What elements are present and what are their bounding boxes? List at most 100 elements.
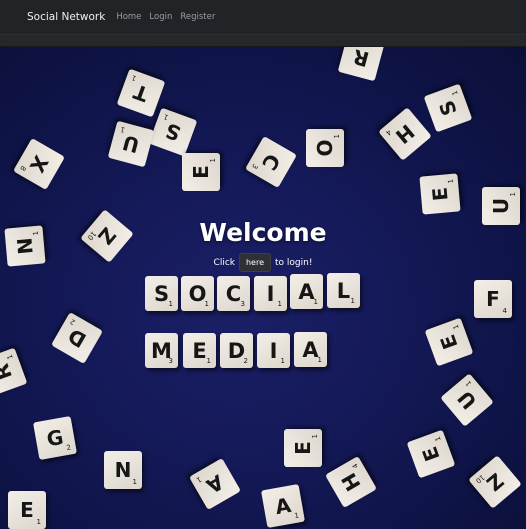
tile-points: 1 bbox=[132, 478, 137, 486]
tile-points: 1 bbox=[293, 511, 300, 521]
scrabble-tile: E1 bbox=[182, 153, 220, 191]
tile-points: 1 bbox=[194, 474, 203, 485]
tile-points: 1 bbox=[446, 178, 456, 184]
scrabble-tile: A1 bbox=[260, 483, 306, 529]
scrabble-tile: R1 bbox=[0, 347, 28, 397]
tile-points: 3 bbox=[240, 300, 245, 308]
tile-letter: E bbox=[291, 441, 315, 455]
tile-points: 1 bbox=[433, 435, 443, 443]
word-tile-social: I1 bbox=[254, 276, 287, 311]
word-tile-social: S1 bbox=[145, 276, 178, 311]
tile-letter: R bbox=[0, 360, 17, 384]
scrabble-tile: F4 bbox=[474, 280, 512, 318]
scrabble-tile: T1 bbox=[116, 68, 166, 118]
word-tile-social: C3 bbox=[217, 276, 250, 311]
word-tile-media: M3 bbox=[145, 333, 178, 368]
tile-points: 1 bbox=[168, 300, 173, 308]
tile-letter: S bbox=[434, 97, 462, 119]
tile-letter: L bbox=[336, 278, 351, 303]
tile-letter: A bbox=[298, 279, 315, 304]
tile-points: 2 bbox=[243, 357, 248, 365]
tile-letter: H bbox=[336, 468, 366, 496]
scrabble-tile: O1 bbox=[306, 129, 344, 167]
tile-letter: R bbox=[350, 47, 372, 72]
tile-letter: E bbox=[189, 165, 213, 179]
tile-letter: A bbox=[273, 492, 293, 520]
tile-letter: U bbox=[489, 197, 513, 215]
scrabble-tile: E1 bbox=[8, 491, 46, 529]
scrabble-tile: E1 bbox=[406, 429, 456, 479]
word-tile-social: O1 bbox=[181, 276, 214, 311]
tile-letter: E bbox=[20, 498, 34, 522]
tile-points: 1 bbox=[280, 357, 285, 365]
login-prompt: Click here to login! bbox=[0, 253, 526, 272]
tile-letter: D bbox=[63, 323, 91, 353]
scrabble-tile: E1 bbox=[419, 173, 461, 215]
scrabble-tile: E1 bbox=[424, 317, 474, 367]
scrabble-tile: U1 bbox=[440, 373, 494, 427]
hero-background: R1 T1 S1 U1 E1 C3 O1 H4 S1 X8 E1 U1 N1 Z… bbox=[0, 47, 526, 529]
tile-points: 1 bbox=[311, 434, 319, 439]
tile-letter: U bbox=[452, 386, 482, 414]
scrabble-tile: A1 bbox=[189, 458, 241, 510]
nav-link-login[interactable]: Login bbox=[149, 12, 172, 22]
word-tile-social: A1 bbox=[290, 274, 323, 309]
tile-points: 4 bbox=[502, 307, 507, 315]
tile-letter: H bbox=[390, 119, 420, 149]
scrabble-tile: H4 bbox=[378, 107, 432, 161]
tile-points: 1 bbox=[5, 353, 15, 361]
tile-letter: I bbox=[269, 338, 278, 363]
tile-points: 1 bbox=[450, 89, 460, 97]
login-prompt-prefix: Click bbox=[213, 257, 235, 268]
tile-points: 1 bbox=[204, 300, 209, 308]
scrabble-tile: D2 bbox=[51, 312, 103, 364]
word-tile-media: A1 bbox=[294, 332, 327, 367]
scrabble-tile: Z 10 bbox=[468, 455, 522, 509]
tile-letter: O bbox=[313, 139, 337, 157]
tile-points: 3 bbox=[168, 357, 173, 365]
scrabble-tile: N1 bbox=[104, 451, 142, 489]
scrabble-tile: S1 bbox=[423, 83, 473, 133]
tile-letter: S bbox=[153, 281, 170, 306]
tile-points: 2 bbox=[65, 443, 72, 453]
scrabble-tile: S1 bbox=[148, 107, 198, 157]
welcome-heading: Welcome bbox=[199, 218, 327, 247]
tile-letter: U bbox=[120, 130, 142, 158]
tile-letter: E bbox=[427, 186, 453, 202]
tile-letter: E bbox=[192, 338, 207, 363]
tile-points: 1 bbox=[206, 357, 211, 365]
tile-letter: C bbox=[256, 149, 286, 175]
word-tile-media: D2 bbox=[220, 333, 253, 368]
brand-link[interactable]: Social Network bbox=[27, 11, 105, 23]
login-prompt-suffix: to login! bbox=[275, 257, 313, 268]
word-tile-media: E1 bbox=[183, 333, 216, 368]
word-tile-media: I1 bbox=[257, 333, 290, 368]
tile-letter: A bbox=[202, 469, 228, 499]
tile-letter: F bbox=[486, 287, 500, 311]
tile-letter: E bbox=[417, 443, 445, 465]
tile-letter: E bbox=[435, 331, 463, 353]
scrabble-tile: X8 bbox=[13, 138, 65, 190]
nav-link-register[interactable]: Register bbox=[180, 12, 215, 22]
scrabble-tile: U1 bbox=[107, 120, 155, 168]
tile-points: 1 bbox=[36, 518, 41, 526]
nav-link-home[interactable]: Home bbox=[116, 12, 141, 22]
tile-letter: N bbox=[114, 458, 132, 482]
scrabble-tile: E1 bbox=[284, 429, 322, 467]
tile-points: 1 bbox=[130, 73, 138, 83]
scrabble-tile: R1 bbox=[337, 47, 385, 82]
tile-letter: X bbox=[24, 151, 54, 177]
tile-points: 1 bbox=[313, 298, 318, 306]
nav-divider-bar bbox=[0, 35, 526, 47]
top-navbar: Social Network Home Login Register bbox=[0, 0, 526, 35]
tile-letter: A bbox=[302, 337, 319, 362]
tile-points: 1 bbox=[451, 323, 461, 331]
login-here-button[interactable]: here bbox=[238, 253, 272, 272]
tile-letter: S bbox=[162, 118, 184, 146]
tile-letter: C bbox=[225, 281, 242, 306]
tile-letter: I bbox=[266, 281, 275, 306]
scrabble-tile: H4 bbox=[325, 456, 377, 508]
scrabble-tile: C3 bbox=[245, 136, 297, 188]
tile-points: 1 bbox=[317, 356, 322, 364]
scrabble-tile: G2 bbox=[32, 415, 78, 461]
